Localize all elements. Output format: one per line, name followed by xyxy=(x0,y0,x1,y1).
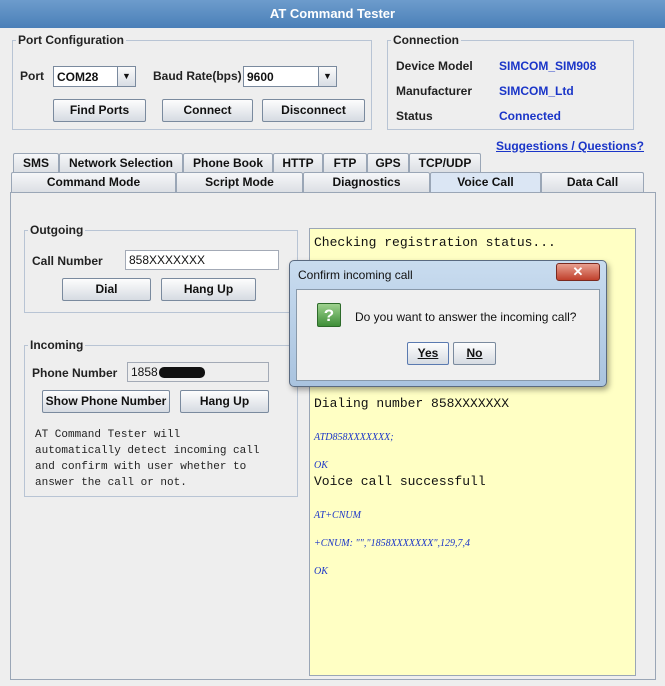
outgoing-hang-up-button[interactable]: Hang Up xyxy=(161,278,256,301)
dialog-title: Confirm incoming call xyxy=(298,268,413,282)
console-line: AT+CNUM xyxy=(314,510,361,521)
manufacturer-value: SIMCOM_Ltd xyxy=(499,84,574,98)
status-label: Status xyxy=(396,109,433,123)
call-number-input[interactable]: 858XXXXXXX xyxy=(125,250,279,270)
suggestions-link[interactable]: Suggestions / Questions? xyxy=(496,139,644,153)
question-icon: ? xyxy=(317,303,341,327)
tab-gps[interactable]: GPS xyxy=(367,153,409,172)
close-icon[interactable]: ✕ xyxy=(556,263,600,281)
description-line: automatically detect incoming call xyxy=(35,445,260,457)
connection-title: Connection xyxy=(391,33,461,47)
console-line: OK xyxy=(314,566,328,577)
tab-tcp-udp[interactable]: TCP/UDP xyxy=(409,153,481,172)
port-label: Port xyxy=(20,69,44,83)
outgoing-title: Outgoing xyxy=(28,223,86,237)
tab-script-mode[interactable]: Script Mode xyxy=(176,172,303,192)
port-config-title: Port Configuration xyxy=(16,33,126,47)
device-model-value: SIMCOM_SIM908 xyxy=(499,59,597,73)
show-phone-number-button[interactable]: Show Phone Number xyxy=(42,390,170,413)
manufacturer-label: Manufacturer xyxy=(396,84,473,98)
tab-voice-call[interactable]: Voice Call xyxy=(430,172,541,193)
port-select-value: COM28 xyxy=(57,70,99,84)
chevron-down-icon[interactable]: ▼ xyxy=(318,67,336,86)
connect-button[interactable]: Connect xyxy=(162,99,253,122)
tab-command-mode[interactable]: Command Mode xyxy=(11,172,176,192)
tab-data-call[interactable]: Data Call xyxy=(541,172,644,192)
baud-rate-value: 9600 xyxy=(247,70,274,84)
tab-diagnostics[interactable]: Diagnostics xyxy=(303,172,430,192)
yes-button[interactable]: Yes xyxy=(407,342,449,365)
phone-number-value: 1858 xyxy=(131,365,158,379)
tab-phone-book[interactable]: Phone Book xyxy=(183,153,273,172)
console-line: Voice call successfull xyxy=(314,474,486,489)
phone-number-field: 1858 xyxy=(127,362,269,382)
disconnect-button[interactable]: Disconnect xyxy=(262,99,365,122)
port-select[interactable]: COM28 ▼ xyxy=(53,66,136,87)
tab-sms[interactable]: SMS xyxy=(13,153,59,172)
chevron-down-icon[interactable]: ▼ xyxy=(117,67,135,86)
console-line: ATD858XXXXXXX; xyxy=(314,432,394,443)
call-number-label: Call Number xyxy=(32,254,103,268)
find-ports-button[interactable]: Find Ports xyxy=(53,99,146,122)
redaction-mark xyxy=(159,367,206,379)
status-value: Connected xyxy=(499,109,562,123)
incoming-description: AT Command Tester will automatically det… xyxy=(35,427,259,491)
console-line: +CNUM: "","1858XXXXXXX",129,7,4 xyxy=(314,538,471,549)
dialog-body: ? Do you want to answer the incoming cal… xyxy=(296,289,600,381)
console-line: OK xyxy=(314,460,328,471)
dial-button[interactable]: Dial xyxy=(62,278,151,301)
window-title: AT Command Tester xyxy=(0,0,665,28)
baud-rate-select[interactable]: 9600 ▼ xyxy=(243,66,337,87)
dialog-message: Do you want to answer the incoming call? xyxy=(355,310,577,324)
tab-http[interactable]: HTTP xyxy=(273,153,323,172)
confirm-dialog: Confirm incoming call ✕ ? Do you want to… xyxy=(289,260,607,387)
description-line: answer the call or not. xyxy=(35,477,187,489)
incoming-title: Incoming xyxy=(28,338,86,352)
device-model-label: Device Model xyxy=(396,59,473,73)
description-line: and confirm with user whether to xyxy=(35,461,247,473)
console-line: Dialing number 858XXXXXXX xyxy=(314,396,510,411)
tab-ftp[interactable]: FTP xyxy=(323,153,367,172)
baud-rate-label: Baud Rate(bps) xyxy=(153,69,242,83)
console-line: Checking registration status... xyxy=(314,235,556,250)
phone-number-label: Phone Number xyxy=(32,366,118,380)
no-button[interactable]: No xyxy=(453,342,496,365)
description-line: AT Command Tester will xyxy=(35,429,181,441)
incoming-hang-up-button[interactable]: Hang Up xyxy=(180,390,269,413)
tab-network-selection[interactable]: Network Selection xyxy=(59,153,183,172)
